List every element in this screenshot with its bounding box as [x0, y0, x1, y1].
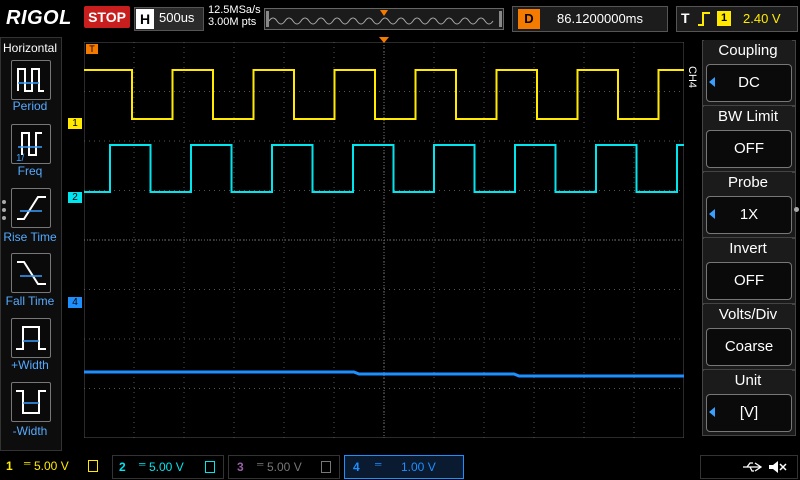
left-arrow-icon	[709, 407, 715, 417]
ch3-number: 3	[237, 460, 244, 474]
memory-overview-strip[interactable]	[264, 8, 504, 30]
ch1-offset-marker[interactable]: 1	[68, 118, 82, 129]
rise-time-button[interactable]	[11, 188, 51, 228]
coupling-value-box[interactable]: DC	[706, 64, 792, 102]
bw-limit-caption: BW Limit	[704, 106, 792, 128]
unit-caption: Unit	[704, 370, 792, 392]
ch1-status[interactable]: 1 ═ 5.00 V	[0, 455, 108, 477]
panel-page-indicator	[2, 216, 6, 220]
fall-time-button[interactable]	[11, 253, 51, 293]
rise-time-icon	[17, 196, 46, 220]
menu-page-indicator	[794, 207, 799, 212]
dc-coupling-icon: ═	[375, 459, 382, 469]
trigger-position-icon[interactable]	[379, 37, 389, 44]
rising-edge-icon	[698, 12, 710, 26]
positive-width-label: +Width	[11, 358, 49, 372]
positive-width-button[interactable]	[11, 318, 51, 358]
probe-caption: Probe	[704, 172, 792, 194]
usb-icon	[743, 462, 763, 472]
period-icon	[17, 68, 44, 92]
freq-icon: 1/	[16, 132, 42, 164]
freq-button[interactable]: 1/	[11, 124, 51, 164]
volts-div-caption: Volts/Div	[704, 304, 792, 326]
fall-time-icon	[17, 261, 46, 285]
trigger-display[interactable]: T 1 2.40 V	[676, 6, 798, 32]
ch4-scale: 1.00 V	[401, 460, 436, 474]
volts-div-value-box[interactable]: Coarse	[706, 328, 792, 366]
ch1-number: 1	[6, 459, 13, 473]
freq-label: Freq	[17, 164, 43, 178]
speaker-muted-icon[interactable]	[767, 459, 787, 475]
positive-width-icon	[16, 326, 46, 350]
unit-value-box[interactable]: [V]	[706, 394, 792, 432]
period-button[interactable]	[11, 60, 51, 100]
fall-time-label: Fall Time	[5, 294, 55, 308]
rise-time-label: Rise Time	[3, 230, 57, 244]
negative-width-label: -Width	[12, 424, 48, 438]
ch2-offset-marker[interactable]: 2	[68, 192, 82, 203]
panel-page-indicator	[2, 200, 6, 204]
trigger-level-marker[interactable]: T	[86, 44, 98, 54]
invert-caption: Invert	[704, 238, 792, 260]
bw-icon	[321, 461, 331, 473]
horizontal-key: H	[136, 9, 154, 29]
bw-limit-value: OFF	[734, 140, 764, 157]
delay-display[interactable]: D 86.1200000ms	[512, 6, 668, 32]
brand-logo: RIGOL	[6, 7, 72, 29]
channel-menu-tab: CH4	[686, 66, 698, 89]
bw-limit-value-box[interactable]: OFF	[706, 130, 792, 168]
ch4-status[interactable]: 4 ═ 1.00 V	[344, 455, 464, 479]
coupling-caption: Coupling	[704, 40, 792, 62]
coupling-value: DC	[738, 74, 760, 91]
svg-text:1/: 1/	[16, 153, 25, 163]
negative-width-button[interactable]	[11, 382, 51, 422]
ch3-status[interactable]: 3 ═ 5.00 V	[228, 455, 340, 479]
volts-div-value: Coarse	[724, 338, 774, 355]
timebase-value: 500us	[159, 10, 195, 25]
horizontal-timebase[interactable]: H 500us	[134, 7, 204, 31]
ch2-number: 2	[119, 460, 126, 474]
ch1-scale: 5.00 V	[34, 459, 69, 473]
trigger-source-badge: 1	[717, 11, 731, 26]
acquisition-info: 12.5MSa/s 3.00M pts	[208, 4, 261, 28]
panel-page-indicator	[2, 208, 6, 212]
invert-value: OFF	[734, 272, 764, 289]
panel-title: Horizontal	[3, 41, 58, 55]
bw-icon	[88, 460, 98, 472]
negative-width-icon	[16, 390, 46, 414]
waveform-display[interactable]	[84, 42, 684, 438]
left-arrow-icon	[709, 209, 715, 219]
waveform-overview-icon	[266, 10, 502, 27]
period-label: Period	[12, 99, 48, 113]
trigger-key: T	[681, 10, 690, 26]
sample-rate: 12.5MSa/s	[208, 4, 261, 16]
trigger-level: 2.40 V	[743, 11, 781, 26]
invert-value-box[interactable]: OFF	[706, 262, 792, 300]
bw-icon	[205, 461, 215, 473]
dc-coupling-icon: ═	[24, 458, 31, 468]
probe-value: 1X	[739, 206, 759, 223]
unit-value: [V]	[739, 404, 759, 421]
system-status	[700, 455, 798, 479]
ch4-offset-marker[interactable]: 4	[68, 297, 82, 308]
delay-value: 86.1200000ms	[557, 11, 644, 26]
memory-depth: 3.00M pts	[208, 16, 257, 28]
probe-value-box[interactable]: 1X	[706, 196, 792, 234]
ch2-scale: 5.00 V	[149, 460, 184, 474]
ch4-number: 4	[353, 460, 360, 474]
delay-key: D	[518, 9, 540, 29]
ch3-scale: 5.00 V	[267, 460, 302, 474]
run-stop-status[interactable]: STOP	[84, 6, 130, 28]
ch2-status[interactable]: 2 ═ 5.00 V	[112, 455, 224, 479]
dc-coupling-icon: ═	[257, 459, 264, 469]
dc-coupling-icon: ═	[139, 459, 146, 469]
left-arrow-icon	[709, 77, 715, 87]
